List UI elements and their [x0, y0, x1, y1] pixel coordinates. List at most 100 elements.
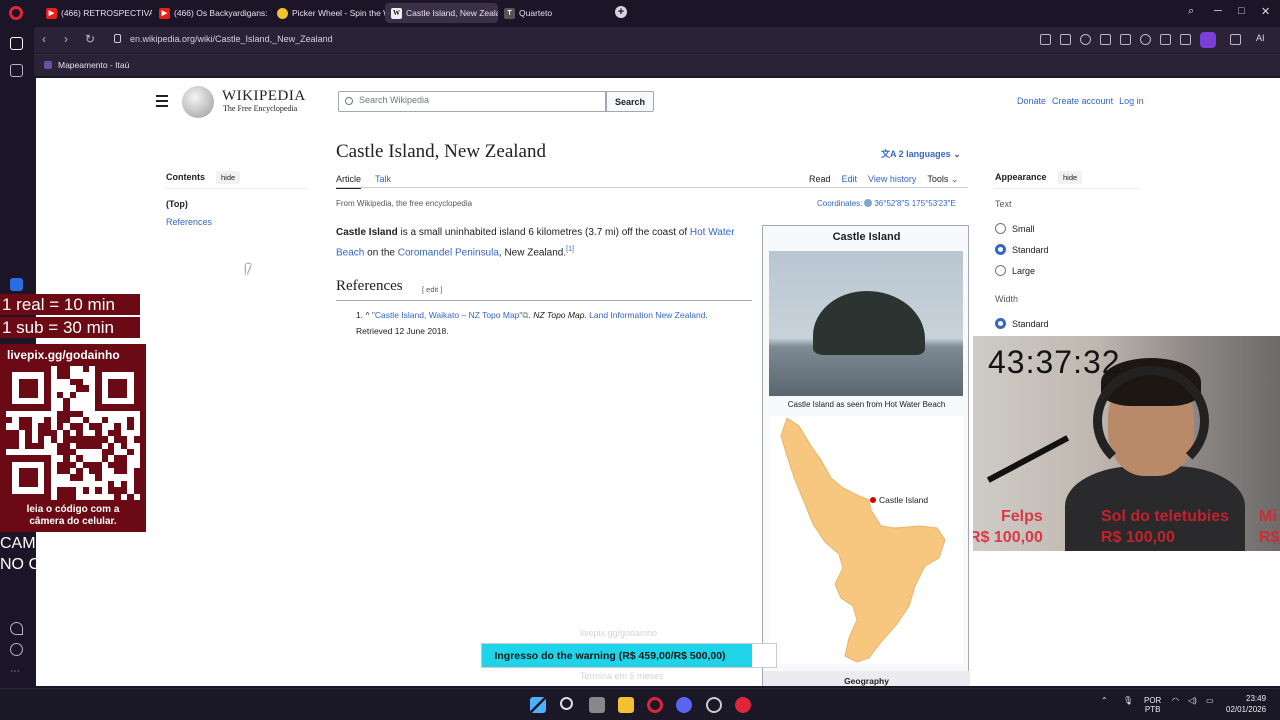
extensions-icon[interactable]	[1230, 34, 1241, 45]
system-clock[interactable]: 23:49 02/01/2026	[1226, 693, 1266, 715]
user-links: Donate Create account Log in	[1017, 96, 1144, 106]
volume-icon[interactable]: ◁)	[1188, 696, 1197, 705]
player-icon[interactable]	[1120, 34, 1131, 45]
qr-finder	[95, 366, 102, 411]
cam-overlay-text: CAM	[0, 535, 36, 552]
references-edit-link[interactable]: [ edit ]	[422, 285, 442, 294]
tab-read[interactable]: Read	[809, 174, 831, 185]
island-photo[interactable]	[769, 251, 963, 396]
qr-module	[133, 436, 140, 443]
citation-link[interactable]: [1]	[566, 246, 574, 253]
opera-taskbar-icon[interactable]	[647, 697, 663, 713]
task-view-icon[interactable]	[589, 697, 605, 713]
new-tab-button[interactable]: +	[615, 6, 627, 18]
file-explorer-icon[interactable]	[618, 697, 634, 713]
reference-link[interactable]: "Castle Island, Waikato – NZ Topo Map"	[372, 310, 523, 320]
discord-icon[interactable]	[676, 697, 692, 713]
home-icon[interactable]	[10, 37, 23, 50]
mic-icon[interactable]: 🎙	[1123, 696, 1133, 705]
goal-text: Ingresso do the warning (R$ 459,00/R$ 50…	[494, 650, 726, 662]
browser-tab[interactable]: Picker Wheel - Spin the W	[271, 3, 385, 23]
camera-icon[interactable]	[1060, 34, 1071, 45]
qr-module	[101, 417, 109, 424]
keyboard-layout[interactable]: POR PTB	[1144, 696, 1161, 714]
vpn-icon[interactable]	[1100, 34, 1111, 45]
close-icon[interactable]: ✕	[1261, 5, 1270, 18]
star-icon[interactable]	[10, 64, 23, 77]
tray-chevron-icon[interactable]: ⌃	[1101, 696, 1108, 705]
browser-search-icon[interactable]: ⌕	[1188, 5, 1194, 18]
search-box[interactable]	[338, 91, 606, 112]
quarteto-icon: T	[504, 7, 515, 19]
battery-icon[interactable]: ▭	[1206, 696, 1214, 705]
browser-tab[interactable]: ▶(466) RETROSPECTIVA 202	[40, 3, 152, 23]
profile-icon[interactable]	[1200, 32, 1216, 48]
goal-url-faint: livepix.gg/godainho	[580, 628, 658, 638]
qr-module	[37, 442, 45, 449]
messenger-icon[interactable]	[10, 278, 23, 291]
create-account-link[interactable]: Create account	[1052, 96, 1113, 106]
subathon-timer: 43:37:32	[988, 344, 1121, 380]
toc-item-references[interactable]: References	[166, 217, 212, 227]
more-icon[interactable]: ⋯	[10, 666, 20, 677]
toc-item-top[interactable]: (Top)	[166, 199, 188, 209]
browser-tab[interactable]: ▶ (466) Os Backyardigans: O	[153, 3, 267, 23]
divider	[166, 188, 308, 189]
tab-view-history[interactable]: View history	[868, 174, 916, 185]
heart-outline-icon[interactable]	[10, 622, 23, 635]
lock-icon	[114, 34, 121, 43]
qr-module	[82, 487, 89, 494]
languages-button[interactable]: 文A 2 languages ⌄	[881, 147, 961, 160]
youtube-icon: ▶	[46, 7, 57, 19]
location-map[interactable]: Castle Island	[769, 416, 963, 664]
menu-icon[interactable]	[1180, 34, 1191, 45]
maximize-icon[interactable]: □	[1238, 5, 1245, 17]
download-icon[interactable]	[1160, 34, 1171, 45]
radio-standard[interactable]: Standard	[995, 244, 1049, 255]
forward-icon[interactable]: ›	[64, 32, 68, 46]
qr-module	[6, 417, 13, 424]
minimize-icon[interactable]: ─	[1214, 5, 1222, 17]
search-input[interactable]	[359, 95, 599, 105]
main-menu-icon[interactable]	[156, 95, 168, 110]
rate-real-label: 1 real = 10 min	[0, 294, 140, 315]
aria-ai-button[interactable]: AI	[1256, 33, 1265, 43]
url-field[interactable]: en.wikipedia.org/wiki/Castle_Island,_New…	[130, 34, 333, 44]
island-rock	[813, 291, 925, 355]
coordinates[interactable]: Coordinates: 36°52′8″S 175°53′23″E	[817, 199, 956, 208]
reload-icon[interactable]: ↻	[85, 32, 95, 46]
heart-icon[interactable]	[1140, 34, 1151, 45]
browser-tab[interactable]: T Quarteto	[498, 3, 578, 23]
login-link[interactable]: Log in	[1119, 96, 1144, 106]
publisher-link[interactable]: Land Information New Zealand	[589, 310, 705, 320]
app-settings-icon[interactable]	[706, 697, 722, 713]
qr-module	[69, 391, 77, 398]
opera-logo-icon[interactable]	[9, 6, 23, 20]
wikipedia-globe-logo[interactable]	[182, 86, 214, 118]
taskbar-search-icon[interactable]	[560, 697, 573, 710]
link-coromandel-peninsula[interactable]: Coromandel Peninsula	[398, 247, 499, 258]
translate-icon: 文A	[881, 149, 899, 159]
donate-link[interactable]: Donate	[1017, 96, 1046, 106]
back-icon[interactable]: ‹	[42, 32, 46, 46]
recording-app-icon[interactable]	[735, 697, 751, 713]
wikipedia-wordmark[interactable]: Wikipedia	[222, 88, 306, 105]
toc-hide-button[interactable]: hide	[216, 171, 241, 184]
edit-icon[interactable]	[1040, 34, 1051, 45]
appearance-hide-button[interactable]: hide	[1058, 171, 1083, 184]
tools-menu[interactable]: Tools ⌄	[927, 174, 958, 185]
windows-start-icon[interactable]	[530, 697, 546, 713]
radio-width-standard[interactable]: Standard	[995, 318, 1049, 329]
wifi-icon[interactable]: ◠	[1172, 696, 1179, 705]
radio-large[interactable]: Large	[995, 265, 1035, 276]
tab-edit[interactable]: Edit	[842, 174, 858, 185]
infobox-title: Castle Island	[832, 231, 901, 243]
bookmark-item[interactable]: Mapeamento - Itaú	[44, 60, 129, 70]
browser-tab-active[interactable]: W Castle Island, New Zealan	[385, 3, 498, 23]
radio-small[interactable]: Small	[995, 223, 1035, 234]
search-button[interactable]: Search	[606, 91, 654, 112]
youtube-icon: ▶	[159, 7, 170, 19]
history-icon[interactable]	[10, 643, 23, 656]
adblock-icon[interactable]	[1080, 34, 1091, 45]
qr-finder	[133, 366, 140, 411]
